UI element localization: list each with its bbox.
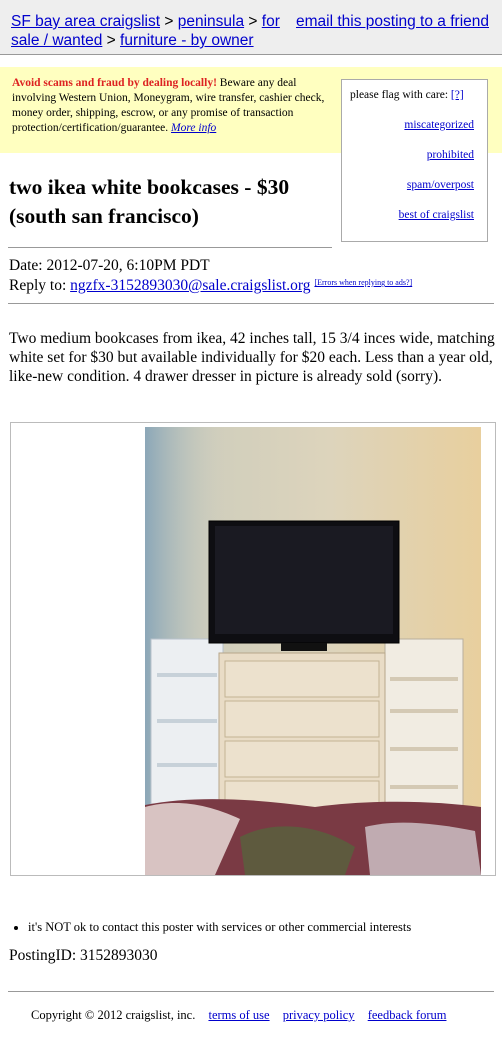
breadcrumb-site-link[interactable]: SF bay area craigslist [11, 13, 160, 30]
email-to-friend-link[interactable]: email this posting to a friend [296, 13, 489, 30]
reply-to-label: Reply to: [9, 277, 71, 294]
privacy-policy-link[interactable]: privacy policy [283, 1008, 355, 1022]
notice-list: it's NOT ok to contact this poster with … [10, 920, 411, 935]
category-label-line1: for [261, 13, 280, 30]
scam-warning-heading: Avoid scams and fraud by dealing locally… [12, 77, 217, 89]
no-commercial-contact-notice: it's NOT ok to contact this poster with … [28, 920, 411, 935]
posting-date: Date: 2012-07-20, 6:10PM PDT [9, 257, 210, 274]
breadcrumb-area-link[interactable]: peninsula [178, 13, 244, 30]
flag-help-link[interactable]: [?] [451, 89, 464, 101]
breadcrumb: SF bay area craigslist > peninsula > for… [11, 12, 311, 50]
flag-miscategorized-link[interactable]: miscategorized [404, 119, 474, 131]
breadcrumb-separator: > [106, 32, 116, 49]
more-info-link[interactable]: More info [171, 122, 216, 134]
flag-best-of-link[interactable]: best of craigslist [399, 209, 474, 221]
footer: Copyright © 2012 craigslist, inc. terms … [31, 1008, 446, 1023]
breadcrumb-subcategory-link[interactable]: furniture - by owner [120, 32, 254, 49]
flag-box-title: please flag with care: [?] [350, 89, 464, 101]
image-container [10, 422, 496, 876]
flag-box: please flag with care: [?] miscategorize… [341, 79, 488, 242]
posting-photo [145, 427, 481, 875]
errors-replying-link[interactable]: [Errors when replying to ads?] [314, 278, 412, 287]
terms-of-use-link[interactable]: terms of use [208, 1008, 269, 1022]
divider [8, 247, 332, 248]
breadcrumb-bar: SF bay area craigslist > peninsula > for… [0, 0, 502, 55]
flag-prohibited-link[interactable]: prohibited [427, 149, 474, 161]
posting-id: PostingID: 3152893030 [9, 947, 158, 964]
breadcrumb-separator: > [164, 13, 174, 30]
posting-body: Two medium bookcases from ikea, 42 inche… [9, 330, 495, 385]
posting-title: two ikea white bookcases - $30 (south sa… [9, 175, 290, 228]
breadcrumb-separator: > [248, 13, 258, 30]
flag-spam-link[interactable]: spam/overpost [407, 179, 474, 191]
reply-to-line: Reply to: ngzfx-3152893030@sale.craigsli… [9, 277, 412, 295]
reply-email-link[interactable]: ngzfx-3152893030@sale.craigslist.org [70, 277, 310, 294]
divider [8, 303, 494, 304]
divider [8, 991, 494, 992]
category-label-line2: sale / wanted [11, 32, 103, 49]
feedback-forum-link[interactable]: feedback forum [368, 1008, 447, 1022]
copyright-text: Copyright © 2012 craigslist, inc. [31, 1008, 196, 1022]
